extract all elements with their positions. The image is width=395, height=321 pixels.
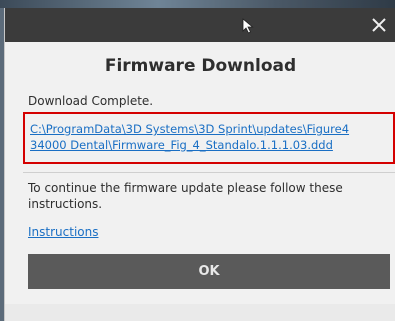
close-icon (372, 18, 386, 32)
ok-button[interactable]: OK (28, 254, 390, 289)
file-path-line-1: C:\ProgramData\3D Systems\3D Sprint\upda… (30, 122, 350, 136)
close-button[interactable] (366, 12, 392, 38)
download-status: Download Complete. (28, 94, 154, 108)
instruction-text: To continue the firmware update please f… (28, 181, 343, 211)
background-window (0, 0, 395, 8)
dialog-footer (5, 304, 395, 321)
instructions-link[interactable]: Instructions (28, 225, 98, 239)
dialog-title: Firmware Download (104, 56, 297, 76)
dialog-titlebar (5, 8, 395, 42)
mouse-cursor-icon (242, 18, 254, 34)
firmware-download-dialog: Firmware Download Download Complete. C:\… (4, 8, 395, 321)
divider (23, 172, 395, 173)
file-path-line-2: 34000 Dental\Firmware_Fig_4_Standalo.1.1… (30, 138, 333, 152)
file-path-link[interactable]: C:\ProgramData\3D Systems\3D Sprint\upda… (30, 121, 392, 153)
